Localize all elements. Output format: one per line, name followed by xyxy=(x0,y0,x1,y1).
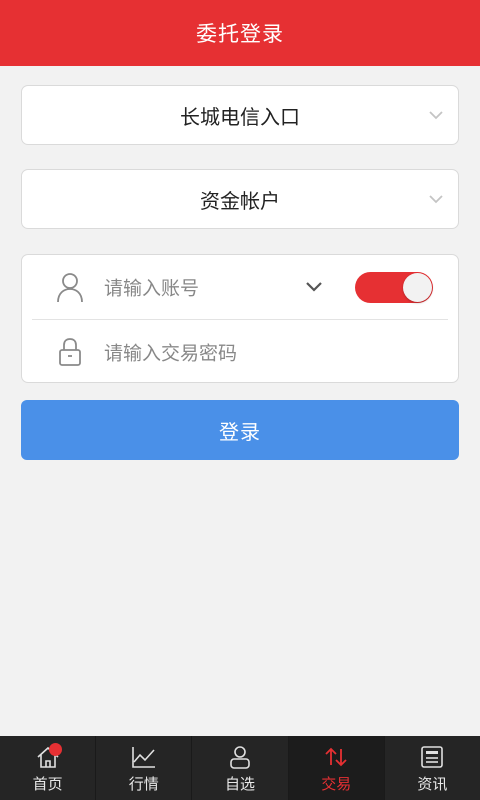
account-field[interactable]: 请输入账号 xyxy=(22,255,458,319)
tab-news-label: 资讯 xyxy=(417,775,448,793)
account-input[interactable]: 请输入账号 xyxy=(104,274,199,301)
login-button[interactable]: 登录 xyxy=(21,400,459,460)
chart-line-icon xyxy=(131,747,155,768)
tab-market[interactable]: 行情 xyxy=(95,736,191,800)
broker-select-value: 长城电信入口 xyxy=(180,104,300,129)
page-title: 委托登录 xyxy=(196,22,284,46)
chevron-down-icon xyxy=(429,195,443,204)
tab-watchlist[interactable]: 自选 xyxy=(191,736,287,800)
tab-news[interactable]: 资讯 xyxy=(383,736,480,800)
lock-icon xyxy=(59,338,81,366)
login-button-label: 登录 xyxy=(219,419,261,444)
chevron-down-icon xyxy=(429,111,443,120)
account-type-select[interactable]: 资金帐户 xyxy=(21,169,459,229)
user-icon xyxy=(230,746,250,769)
app-header: 委托登录 xyxy=(0,0,480,66)
password-field[interactable]: 请输入交易密码 xyxy=(22,320,458,384)
toggle-knob xyxy=(403,273,432,302)
tab-trade-label: 交易 xyxy=(321,775,352,793)
user-icon xyxy=(57,273,83,303)
exchange-arrows-icon xyxy=(325,747,347,767)
tab-watchlist-label: 自选 xyxy=(225,775,256,793)
tab-trade[interactable]: 交易 xyxy=(287,736,384,800)
news-icon xyxy=(421,746,444,768)
account-type-value: 资金帐户 xyxy=(200,188,280,213)
login-form: 请输入账号 请输入交易密码 xyxy=(21,254,459,383)
tab-home[interactable]: 首页 xyxy=(0,736,95,800)
remember-account-toggle[interactable] xyxy=(355,272,433,303)
notification-badge xyxy=(49,743,62,756)
account-dropdown-icon[interactable] xyxy=(305,280,323,294)
password-input[interactable]: 请输入交易密码 xyxy=(104,339,237,366)
broker-select[interactable]: 长城电信入口 xyxy=(21,85,459,145)
tab-home-label: 首页 xyxy=(32,775,63,793)
tab-market-label: 行情 xyxy=(128,775,159,793)
bottom-tab-bar: 首页 行情 自选 交易 资讯 xyxy=(0,736,480,800)
